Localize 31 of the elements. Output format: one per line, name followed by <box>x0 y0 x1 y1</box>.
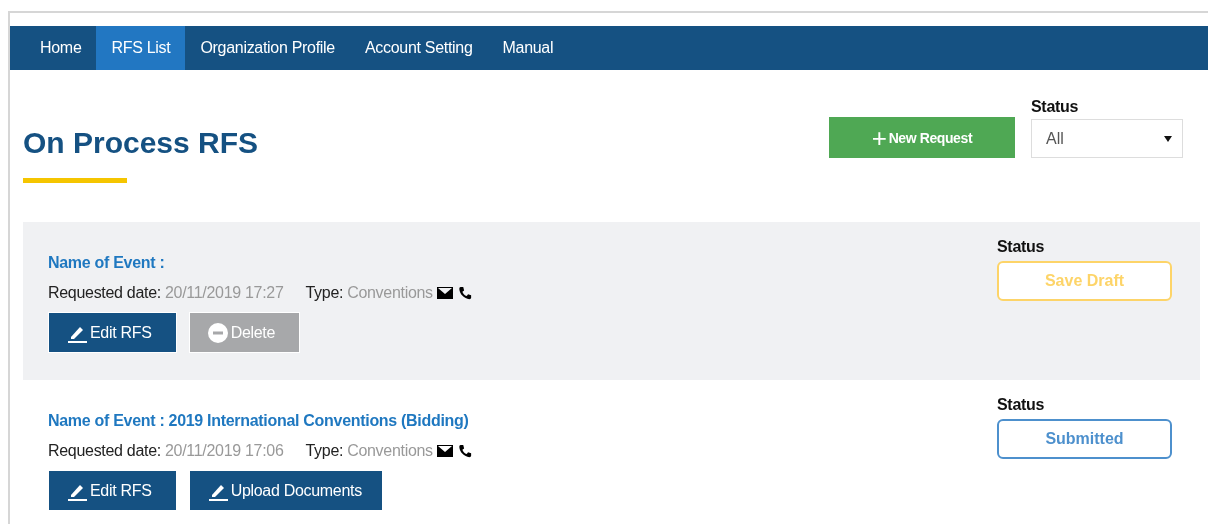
caret-icon <box>1164 135 1172 142</box>
type-value: Conventions <box>347 442 433 460</box>
status-badge: Submitted <box>997 419 1172 459</box>
date-value: 20/11/2019 17:27 <box>164 284 284 302</box>
type-label: Type: <box>305 442 344 460</box>
status-label: Status <box>997 238 1045 256</box>
event-name: Name of Event : 2019 International Conventions (Bidding) <box>48 412 470 430</box>
nav-tab[interactable]: Manual <box>487 26 569 70</box>
status-label: Status <box>997 396 1045 414</box>
minus-circle-icon <box>207 322 228 343</box>
type-value: Conventions <box>347 284 433 302</box>
envelope-icon <box>436 444 453 458</box>
status-filter-label: Status <box>1031 98 1080 116</box>
upload-button[interactable]: Upload Documents <box>188 470 383 511</box>
status-select[interactable]: All <box>1031 119 1183 158</box>
date-label: Requested date: <box>48 284 161 302</box>
nav-tab[interactable]: Organization Profile <box>185 26 350 70</box>
phone-icon <box>456 286 473 300</box>
nav-tab[interactable]: Account Setting <box>349 26 488 70</box>
page-title: On Process RFS <box>23 126 259 160</box>
type-label: Type: <box>305 284 344 302</box>
nav-tab[interactable]: RFS List <box>96 26 186 70</box>
event-name: Name of Event : <box>48 254 166 272</box>
date-label: Requested date: <box>48 442 161 460</box>
phone-icon <box>456 444 473 458</box>
nav-tab[interactable]: Home <box>25 26 97 70</box>
status-badge: Save Draft <box>997 261 1172 301</box>
edit-button[interactable]: Edit RFS <box>48 312 177 353</box>
date-value: 20/11/2019 17:06 <box>164 442 284 460</box>
edit-button[interactable]: Edit RFS <box>48 470 177 511</box>
envelope-icon <box>436 286 453 300</box>
